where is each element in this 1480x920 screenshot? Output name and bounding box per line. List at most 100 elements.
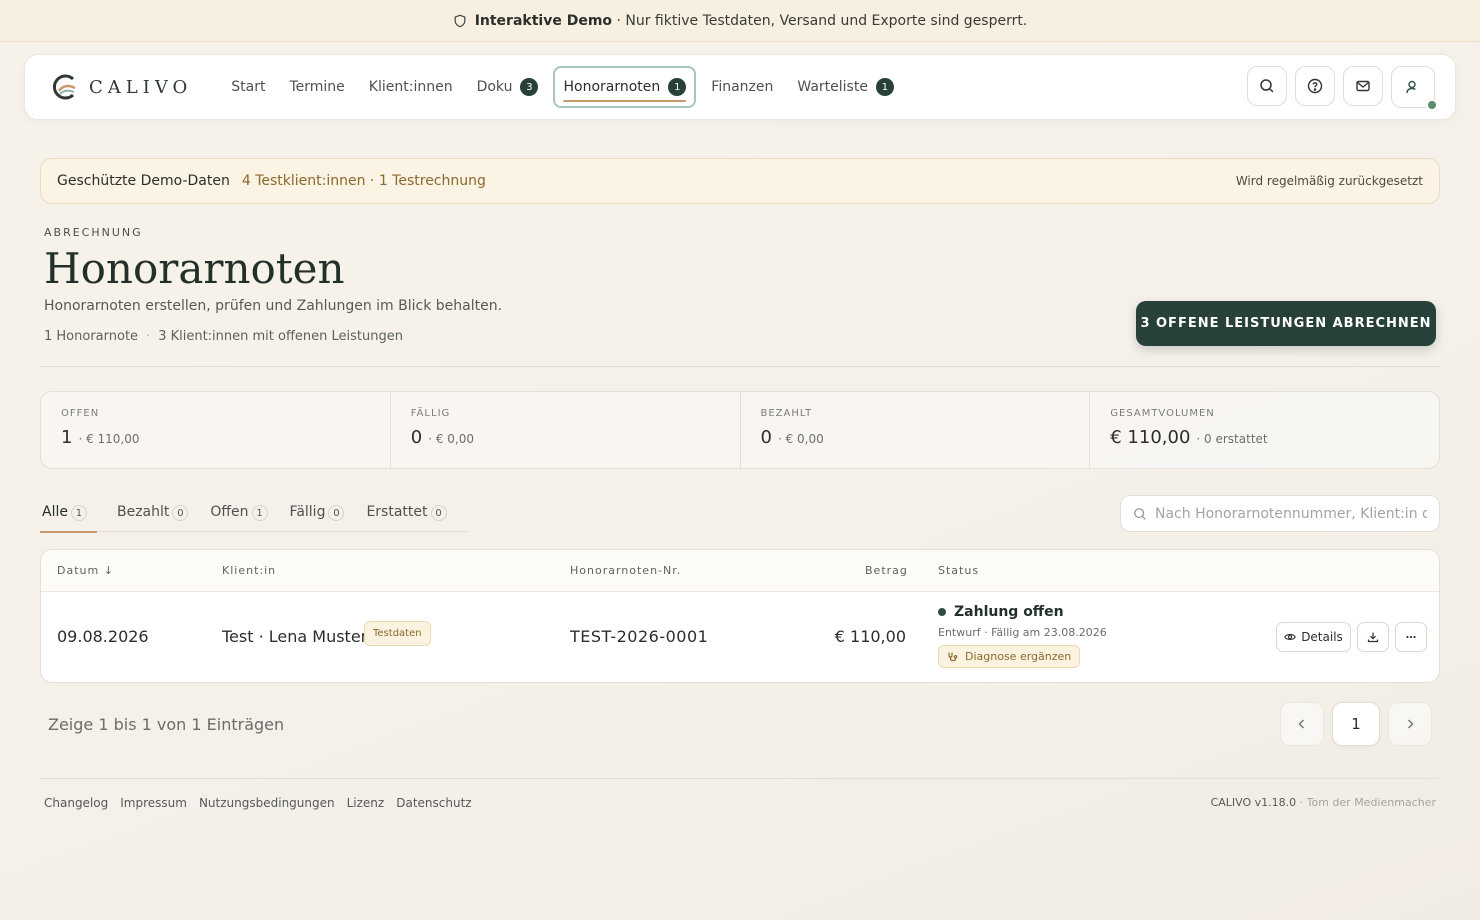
eye-icon — [1284, 634, 1297, 640]
nav-label: Finanzen — [711, 79, 774, 95]
footer-link-datenschutz[interactable]: Datenschutz — [396, 796, 471, 810]
nav-item-finanzen[interactable]: Finanzen — [702, 66, 782, 108]
kpi-value: 0 — [760, 427, 772, 448]
invoice-status: Zahlung offen Entwurf · Fällig am 23.08.… — [938, 604, 1107, 668]
help-button[interactable] — [1295, 66, 1335, 106]
kpi-faellig: FÄLLIG 0 · € 0,00 — [391, 392, 741, 468]
column-header-number: Honorarnoten-Nr. — [570, 564, 682, 577]
user-icon — [1406, 80, 1416, 94]
column-header-amount: Betrag — [865, 564, 908, 577]
nav-item-start[interactable]: Start — [222, 66, 274, 108]
tab-bezahlt[interactable]: Bezahlt 0 — [115, 496, 198, 532]
version-text: CALIVO v1.18.0 — [1210, 796, 1297, 809]
footer-link-lizenz[interactable]: Lizenz — [347, 796, 385, 810]
next-page-button[interactable] — [1388, 702, 1432, 746]
nav-item-warteliste[interactable]: Warteliste 1 — [788, 66, 903, 108]
column-header-status: Status — [938, 564, 980, 577]
credit-text[interactable]: · Tom der Medienmacher — [1300, 796, 1436, 809]
open-clients-count: 3 Klient:innen mit offenen Leistungen — [158, 329, 403, 344]
previous-page-button[interactable] — [1280, 702, 1324, 746]
demo-banner: Interaktive Demo · Nur fiktive Testdaten… — [0, 0, 1480, 42]
divider — [40, 366, 1440, 367]
kpi-label: GESAMTVOLUMEN — [1110, 408, 1215, 419]
footer-links: Changelog Impressum Nutzungsbedingungen … — [44, 796, 472, 810]
pagination: 1 — [1280, 702, 1432, 746]
nav-item-klientinnen[interactable]: Klient:innen — [360, 66, 462, 108]
search-button[interactable] — [1247, 66, 1287, 106]
kpi-label: BEZAHLT — [760, 408, 813, 419]
invoice-date: 09.08.2026 — [57, 627, 149, 646]
chevron-right-icon — [1407, 719, 1414, 729]
count-badge: 1 — [875, 78, 894, 96]
nav-item-doku[interactable]: Doku 3 — [468, 66, 548, 108]
footer-divider — [40, 778, 1440, 779]
kpi-label: OFFEN — [61, 408, 100, 419]
search-icon — [1260, 79, 1274, 93]
table-row[interactable]: 09.08.2026 Test · Lena Muster Testdaten … — [41, 592, 1439, 682]
messages-button[interactable] — [1343, 66, 1383, 106]
help-icon — [1307, 78, 1323, 94]
kpi-value: € 110,00 — [1110, 427, 1191, 448]
kpi-sub: · 0 erstattet — [1196, 432, 1268, 446]
search-input[interactable] — [1155, 505, 1427, 522]
more-actions-button[interactable] — [1395, 622, 1427, 652]
footer-link-nutzungsbedingungen[interactable]: Nutzungsbedingungen — [199, 796, 335, 810]
calivo-logo-icon — [53, 74, 76, 100]
nav-label: Start — [231, 79, 266, 95]
nav-item-honorarnoten[interactable]: Honorarnoten 1 — [553, 66, 697, 108]
column-header-client: Klient:in — [222, 564, 277, 577]
footer-link-impressum[interactable]: Impressum — [120, 796, 187, 810]
info-bar-title: Geschützte Demo-Daten — [57, 173, 230, 189]
top-navbar: CALIVO Start Termine Klient:innen Doku 3 … — [24, 54, 1456, 120]
demo-banner-text: · Nur fiktive Testdaten, Versand und Exp… — [616, 12, 1028, 29]
tab-count: 0 — [430, 505, 447, 521]
user-menu-button[interactable] — [1391, 66, 1438, 111]
details-label: Details — [1301, 630, 1343, 644]
mail-icon — [1356, 80, 1370, 92]
logo[interactable]: CALIVO — [51, 71, 192, 103]
tab-label: Fällig — [289, 504, 326, 520]
tab-alle[interactable]: Alle 1 — [40, 496, 97, 533]
column-header-date[interactable]: Datum ↓ — [57, 564, 114, 577]
tab-faellig[interactable]: Fällig 0 — [288, 496, 355, 532]
status-dot — [938, 608, 946, 616]
kpi-offen: OFFEN 1 · € 110,00 — [41, 392, 391, 468]
invoice-amount: € 110,00 — [834, 627, 906, 646]
nav-item-termine[interactable]: Termine — [280, 66, 353, 108]
page-stats: 1 Honorarnote · 3 Klient:innen mit offen… — [44, 329, 403, 344]
info-bar-text: 4 Testklient:innen · 1 Testrechnung — [241, 173, 486, 189]
kpi-summary: OFFEN 1 · € 110,00 FÄLLIG 0 · € 0,00 BEZAH… — [40, 391, 1440, 469]
add-diagnosis-chip[interactable]: Diagnose ergänzen — [938, 645, 1081, 668]
kpi-gesamtvolumen: GESAMTVOLUMEN € 110,00 · 0 erstattet — [1090, 392, 1439, 468]
tab-label: Erstattet — [366, 504, 428, 520]
nav-actions — [1247, 66, 1438, 111]
kpi-value: 0 — [410, 427, 423, 448]
tab-label: Alle — [42, 504, 68, 520]
invoice-search — [1120, 495, 1440, 532]
kpi-label: FÄLLIG — [410, 408, 451, 419]
diagnosis-chip-label: Diagnose ergänzen — [965, 650, 1072, 663]
demo-data-info-bar: Geschützte Demo-Daten 4 Testklient:innen… — [40, 158, 1440, 204]
section-label: ABRECHNUNG — [44, 226, 143, 239]
separator: · — [146, 329, 151, 344]
kpi-sub: · € 110,00 — [78, 432, 140, 446]
client-name: Test · Lena Muster — [222, 627, 368, 646]
tab-offen[interactable]: Offen 1 — [208, 496, 277, 532]
tab-count: 0 — [172, 505, 189, 521]
bill-open-services-button[interactable]: 3 OFFENE LEISTUNGEN ABRECHNEN — [1136, 301, 1436, 346]
info-bar-reset-note: Wird regelmäßig zurückgesetzt — [1235, 174, 1423, 188]
nav-label: Klient:innen — [368, 79, 453, 95]
tab-label: Bezahlt — [116, 504, 170, 520]
page-title: Honorarnoten — [44, 244, 345, 293]
tab-erstattet[interactable]: Erstattet 0 — [364, 496, 456, 532]
pagination-info: Zeige 1 bis 1 von 1 Einträgen — [48, 715, 285, 734]
nav-label: Warteliste — [797, 79, 868, 95]
nav-label: Honorarnoten — [563, 79, 661, 95]
search-icon — [1134, 507, 1146, 520]
download-button[interactable] — [1357, 622, 1389, 652]
details-button[interactable]: Details — [1276, 622, 1351, 652]
page-button-current[interactable]: 1 — [1332, 702, 1380, 746]
tab-label: Offen — [210, 504, 249, 520]
footer-link-changelog[interactable]: Changelog — [44, 796, 108, 810]
main-nav: Start Termine Klient:innen Doku 3 Honorar… — [222, 66, 903, 108]
